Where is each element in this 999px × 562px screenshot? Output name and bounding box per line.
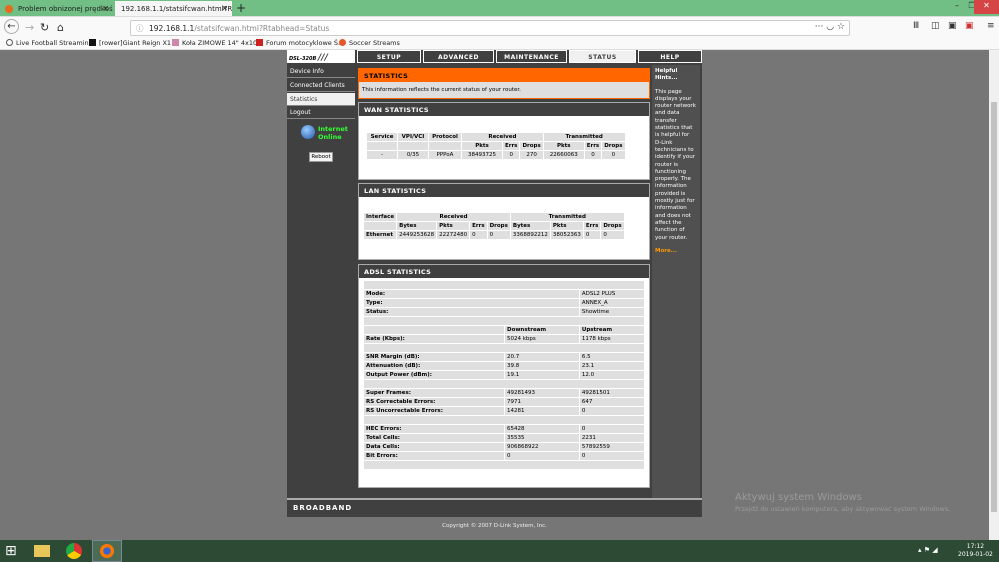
- tab-status[interactable]: STATUS: [569, 50, 636, 63]
- pocket-star-icons[interactable]: ··· ◡ ☆: [815, 22, 845, 32]
- wan-table: Service VPI/VCI Protocol Received Transmitte…: [366, 132, 626, 160]
- adsl-table: Mode: ADSL2 PLUS Type: ANNEX_A Status: Showti…: [363, 280, 645, 470]
- sidebar-item-logout[interactable]: Logout: [287, 106, 355, 119]
- table-row: Rate (Kbps): 5024 kbps 1178 kbps: [364, 335, 644, 343]
- taskbar: ⊞ ▴ ⚑ ◢ 17:12 2019-01-02: [0, 540, 999, 562]
- bookmark[interactable]: Koła ZIMOWE 14" 4x10...: [172, 39, 263, 47]
- table-row: Bit Errors: 0 0: [364, 452, 644, 460]
- tab-setup[interactable]: SETUP: [357, 50, 421, 63]
- adsl-statistics-panel: ADSL STATISTICS Mode: ADSL2 PLUS Type: ANNE…: [358, 264, 650, 488]
- close-tab-icon[interactable]: ✕: [221, 4, 228, 13]
- bookmark[interactable]: Forum motocyklowe Ś...: [256, 39, 344, 47]
- tab-help[interactable]: HELP: [638, 50, 702, 63]
- forward-button[interactable]: →: [25, 21, 34, 34]
- table-row: Output Power (dBm): 19.1 12.0: [364, 371, 644, 379]
- table-row: Downstream Upstream: [364, 326, 644, 334]
- start-button[interactable]: ⊞: [5, 543, 21, 559]
- bookmark[interactable]: [rower]Giant Reign X1 ...: [89, 39, 179, 47]
- browser-tab-bar: Problem obnizonej prędkości i ✕ 192.168.1…: [0, 0, 999, 16]
- table-row: Status: Showtime: [364, 308, 644, 316]
- lan-statistics-panel: LAN STATISTICS Interface Received Transmit…: [358, 183, 650, 260]
- footer-broadband: BROADBAND: [287, 498, 702, 516]
- home-button[interactable]: ⌂: [57, 21, 64, 34]
- info-icon: ⓘ: [136, 24, 144, 33]
- bookmark[interactable]: Live Football Streamin...: [6, 39, 95, 47]
- table-row: RS Correctable Errors: 7971 647: [364, 398, 644, 406]
- sidebar-item-connected-clients[interactable]: Connected Clients: [287, 79, 355, 92]
- tab-title: 192.168.1.1/statsifcwan.html?Rtabh: [121, 5, 232, 13]
- library-icon[interactable]: Ⅲ: [913, 21, 919, 31]
- internet-globe-icon: [301, 125, 315, 139]
- table-row: SNR Margin (dB): 20.7 6.5: [364, 353, 644, 361]
- back-button[interactable]: ←: [4, 19, 19, 34]
- lan-table: Interface Received Transmitted Bytes Pkts Er…: [364, 213, 624, 239]
- table-row: -0/35 PPPoA 38493725 0 270 22660063 0 0: [367, 151, 625, 159]
- hints-title: Helpful Hints...: [655, 68, 678, 82]
- browser-tab[interactable]: Problem obnizonej prędkości i ✕: [0, 1, 113, 16]
- new-tab-button[interactable]: +: [236, 1, 246, 15]
- sidebar-item-device-info[interactable]: Device Info: [287, 65, 355, 78]
- statistics-description: This information reflects the current st…: [359, 82, 649, 98]
- reload-button[interactable]: ↻: [40, 21, 49, 34]
- wan-title: WAN STATISTICS: [359, 103, 649, 116]
- statistics-panel: STATISTICS This information reflects the…: [358, 68, 650, 99]
- table-row: Type: ANNEX_A: [364, 299, 644, 307]
- table-row: Total Cells: 35535 2231: [364, 434, 644, 442]
- bookmarks-bar: Live Football Streamin... [rower]Giant R…: [0, 38, 999, 50]
- bookmark[interactable]: Soccer Streams: [339, 39, 400, 47]
- table-row: HEC Errors: 65428 0: [364, 425, 644, 433]
- lan-title: LAN STATISTICS: [359, 184, 649, 197]
- file-explorer-icon[interactable]: [34, 545, 50, 557]
- close-tab-icon[interactable]: ✕: [102, 4, 109, 13]
- dlink-model-logo: DSL-320B ///: [287, 50, 355, 63]
- internet-status: Internet Online: [318, 125, 348, 141]
- menu-icon[interactable]: ≡: [987, 21, 995, 31]
- firefox-icon: [100, 544, 114, 558]
- tray-icons[interactable]: ▴ ⚑ ◢: [918, 546, 938, 554]
- tab-maintenance[interactable]: MAINTENANCE: [496, 50, 567, 63]
- adsl-title: ADSL STATISTICS: [359, 265, 649, 278]
- wan-statistics-panel: WAN STATISTICS Service VPI/VCI Protocol Rec…: [358, 102, 650, 180]
- clock[interactable]: 17:12 2019-01-02: [958, 543, 993, 559]
- url-path: /statsifcwan.html?Rtabhead=Status: [194, 24, 330, 33]
- table-row: Data Cells: 906868922 57892559: [364, 443, 644, 451]
- windows-activation-watermark: Aktywuj system Windows Przejdź do ustawi…: [735, 492, 951, 513]
- hints-more-link[interactable]: More...: [655, 248, 697, 255]
- firefox-taskbar-button[interactable]: [92, 540, 122, 562]
- table-row: Attenuation (dB): 39.8 23.1: [364, 362, 644, 370]
- page-scrollbar[interactable]: [989, 50, 999, 540]
- table-row: Mode: ADSL2 PLUS: [364, 290, 644, 298]
- favicon-icon: [5, 5, 13, 13]
- main-content: STATISTICS This information reflects the…: [358, 65, 650, 502]
- table-row: Super Frames: 49281493 49281501: [364, 389, 644, 397]
- table-row: RS Uncorrectable Errors: 14281 0: [364, 407, 644, 415]
- helpful-hints: Helpful Hints... This page displays your…: [652, 65, 700, 502]
- copyright: Copyright © 2007 D-Link System, Inc.: [442, 523, 547, 529]
- navigation-bar: ← → ↻ ⌂ ⓘ 192.168.1.1/statsifcwan.html?Rt…: [0, 16, 999, 38]
- router-page: DSL-320B /// SETUP ADVANCED MAINTENANCE …: [287, 50, 702, 517]
- sidebar-icon[interactable]: ◫: [931, 21, 940, 31]
- scrollbar-thumb[interactable]: [991, 102, 997, 512]
- extension-icon[interactable]: ▣: [965, 21, 974, 31]
- screenshot-icon[interactable]: ▣: [948, 21, 957, 31]
- url-host: 192.168.1.1: [149, 24, 195, 33]
- hints-text: This page displays your router network a…: [655, 88, 696, 241]
- browser-tab-active[interactable]: 192.168.1.1/statsifcwan.html?Rtabh✕: [115, 1, 232, 16]
- table-row: Ethernet 2449253628 22272480 0 0 3368892212 38…: [364, 231, 624, 239]
- url-bar[interactable]: ⓘ 192.168.1.1/statsifcwan.html?Rtabhead=S…: [130, 20, 850, 36]
- reboot-button[interactable]: Reboot: [309, 152, 333, 162]
- close-window-button[interactable]: ✕: [974, 0, 999, 14]
- chrome-icon[interactable]: [66, 543, 82, 559]
- statistics-title: STATISTICS: [359, 69, 649, 82]
- sidebar-item-statistics[interactable]: Statistics: [287, 93, 355, 106]
- tab-advanced[interactable]: ADVANCED: [423, 50, 494, 63]
- tab-title: Problem obnizonej prędkości i: [18, 5, 113, 13]
